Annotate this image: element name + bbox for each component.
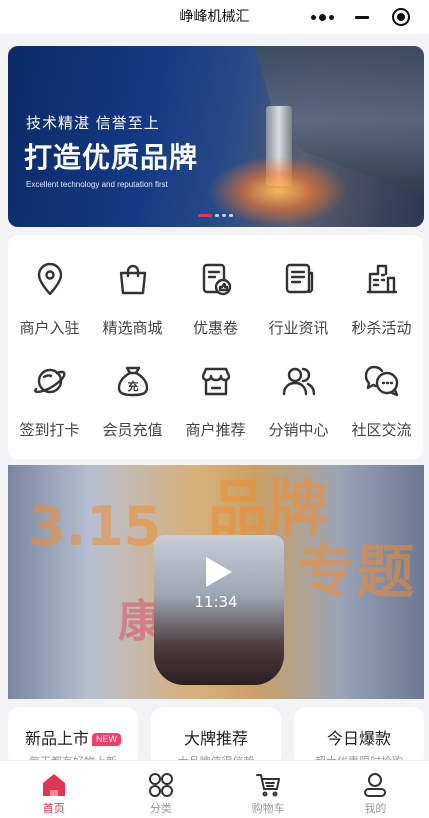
minimize-button[interactable]: [342, 3, 381, 31]
tab-label: 我的: [364, 802, 387, 815]
banner-subline: Excellent technology and reputation firs…: [26, 180, 168, 189]
play-icon[interactable]: [206, 557, 232, 587]
menu-item-check-in[interactable]: 签到打卡: [8, 363, 91, 440]
video-bg-art: 3.15: [28, 495, 162, 558]
promo-video[interactable]: 3.15 品牌 专题 康丽 11:34: [8, 465, 424, 699]
menu-item-label: 精选商城: [102, 319, 163, 337]
coupon-icon: [202, 263, 231, 296]
card-new-arrivals[interactable]: 新品上市NEW 每天都有好物上新: [8, 707, 138, 767]
menu-item-label: 商户推荐: [185, 421, 246, 439]
video-duration: 11:34: [194, 593, 238, 611]
menu-item-merchant-join[interactable]: 商户入驻: [8, 261, 91, 338]
close-mini-program-button[interactable]: [381, 3, 420, 31]
menu-item-industry-news[interactable]: 行业资讯: [257, 261, 340, 338]
cart-icon: [256, 774, 281, 797]
target-circle-icon: [391, 8, 410, 26]
carousel-dot-active[interactable]: [198, 214, 212, 217]
carousel-dot[interactable]: [215, 214, 219, 217]
menu-item-label: 优惠卷: [192, 319, 238, 337]
carousel-dot[interactable]: [229, 214, 233, 217]
tab-category[interactable]: 分类: [107, 761, 214, 818]
promo-banner[interactable]: 技术精湛 信誉至上 打造优质品牌 Excellent technology an…: [8, 46, 424, 227]
banner-headline: 打造优质品牌: [24, 141, 199, 174]
new-badge: NEW: [92, 733, 121, 746]
banner-tagline: 技术精湛 信誉至上: [26, 114, 160, 132]
mini-program-capsule: [303, 3, 421, 31]
planet-icon: [33, 368, 66, 394]
card-hot-deals[interactable]: 今日爆款 超大优惠限时抢购: [294, 707, 424, 767]
menu-item-label: 签到打卡: [19, 421, 80, 439]
menu-item-label: 商户入驻: [19, 319, 80, 337]
menu-item-label: 会员充值: [102, 421, 163, 439]
menu-item-label: 分销中心: [268, 421, 329, 439]
menu-item-label: 社区交流: [351, 421, 412, 439]
menu-item-flash-sale[interactable]: 秒杀活动: [340, 261, 423, 338]
carousel-dot[interactable]: [222, 214, 226, 217]
bottom-tab-bar: 首页 分类 购物车 我的: [0, 760, 429, 818]
store-icon: [201, 367, 230, 396]
card-title: 今日爆款: [326, 729, 391, 748]
card-title: 新品上市: [24, 729, 89, 748]
card-title: 大牌推荐: [183, 729, 248, 748]
menu-item-label: 行业资讯: [268, 319, 329, 337]
users-icon: [282, 367, 315, 396]
news-icon: [285, 263, 313, 294]
tab-label: 购物车: [251, 802, 285, 815]
menu-item-community[interactable]: 社区交流: [340, 363, 423, 440]
carousel-indicators[interactable]: [198, 214, 233, 217]
chat-bubbles-icon: [364, 365, 398, 397]
card-brand-picks[interactable]: 大牌推荐 大品牌值得信赖: [151, 707, 281, 767]
menu-item-mall[interactable]: 精选商城: [91, 261, 174, 338]
category-icon: [148, 773, 173, 797]
menu-item-merchant-recommend[interactable]: 商户推荐: [174, 363, 257, 440]
menu-item-coupon[interactable]: 优惠卷: [174, 261, 257, 338]
feature-menu: 商户入驻 精选商城 优惠卷 行业资讯 秒杀活动 签到打卡 充 会员充值 商户推荐…: [8, 235, 423, 459]
menu-item-member-recharge[interactable]: 充 会员充值: [91, 363, 174, 440]
location-pin-icon: [37, 262, 62, 296]
money-bag-icon: 充: [117, 366, 148, 397]
tab-label: 首页: [42, 802, 65, 815]
tab-label: 分类: [149, 802, 172, 815]
more-options-button[interactable]: [303, 3, 342, 31]
top-navigation-bar: 峥峰机械汇: [0, 0, 429, 34]
shopping-bag-icon: [119, 264, 146, 295]
recharge-glyph: 充: [127, 379, 138, 393]
menu-item-distribution-center[interactable]: 分销中心: [257, 363, 340, 440]
home-icon: [42, 774, 65, 796]
flash-sale-icon: [366, 264, 397, 294]
profile-icon: [364, 773, 387, 797]
more-dots-icon: [311, 13, 334, 21]
tab-profile[interactable]: 我的: [322, 761, 429, 818]
menu-item-label: 秒杀活动: [351, 319, 412, 337]
tab-home[interactable]: 首页: [0, 761, 107, 818]
tab-cart[interactable]: 购物车: [215, 761, 322, 818]
minus-icon: [354, 15, 369, 19]
